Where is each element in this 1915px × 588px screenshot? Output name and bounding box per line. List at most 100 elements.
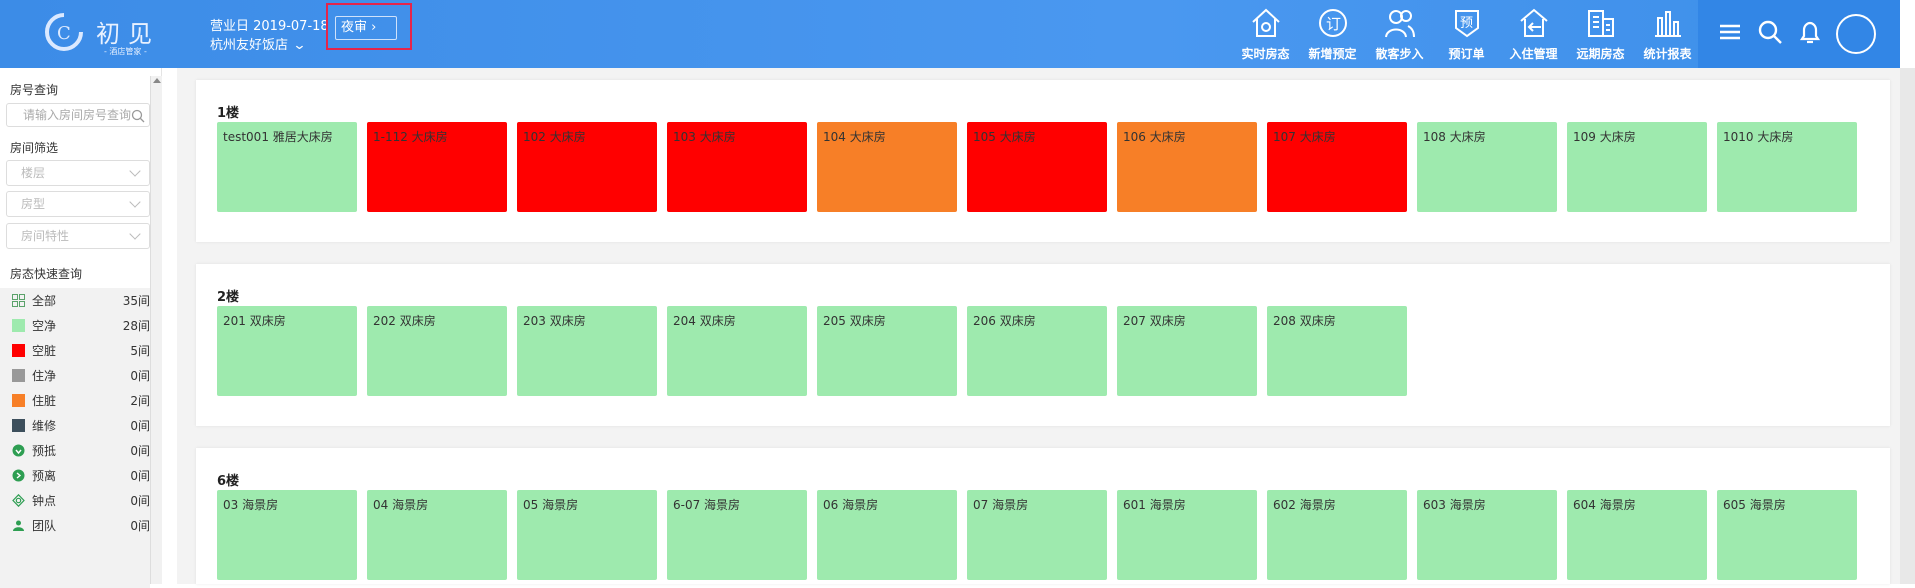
room-card[interactable]: 202 双床房: [367, 306, 507, 396]
room-name: 103 大床房: [673, 130, 736, 144]
quick-filter-occupied-dirty[interactable]: 住脏 2间: [0, 388, 150, 412]
chevron-down-icon: [129, 196, 141, 208]
nav-checkin-management[interactable]: 入住管理: [1500, 0, 1567, 68]
room-card[interactable]: 605 海景房: [1717, 490, 1857, 580]
nav-realtime-status[interactable]: 实时房态: [1232, 0, 1299, 68]
svg-text:订: 订: [1326, 15, 1341, 33]
room-card[interactable]: 602 海景房: [1267, 490, 1407, 580]
room-card[interactable]: 208 双床房: [1267, 306, 1407, 396]
night-audit-label: 夜审: [341, 20, 368, 35]
nav-label: 远期房态: [1576, 47, 1625, 61]
night-audit-button[interactable]: 夜审 ›: [335, 16, 397, 40]
quick-filter-team[interactable]: 团队 0间: [0, 513, 150, 537]
room-name: 04 海景房: [373, 498, 429, 512]
bell-icon[interactable]: [1796, 18, 1824, 46]
business-date: 营业日 2019-07-18: [210, 19, 329, 34]
quick-filter-dirty[interactable]: 空脏 5间: [0, 338, 150, 362]
room-card[interactable]: 6-07 海景房: [667, 490, 807, 580]
room-name: 206 双床房: [973, 314, 1036, 328]
main-scrollbar[interactable]: [1900, 68, 1915, 584]
room-card[interactable]: 105 大床房: [967, 122, 1107, 212]
house-icon: [1251, 8, 1280, 37]
room-name: 207 双床房: [1123, 314, 1186, 328]
nav-label: 实时房态: [1241, 47, 1290, 61]
floor-select[interactable]: 楼层: [6, 160, 150, 186]
quick-filter-hourly[interactable]: 钟点 0间: [0, 488, 150, 512]
quick-count: 0间: [130, 444, 150, 458]
room-card[interactable]: 109 大床房: [1567, 122, 1707, 212]
logo[interactable]: C 初见 - 酒店管家 -: [44, 10, 164, 58]
nav-new-booking[interactable]: 订 新增预定: [1299, 0, 1366, 68]
quick-filter-all[interactable]: 全部 35间: [0, 288, 150, 312]
sidebar: 房号查询 请输入房间房号查询 房间筛选 楼层 房型 房间特性 房态快速查询 全部…: [0, 68, 162, 588]
room-card[interactable]: 603 海景房: [1417, 490, 1557, 580]
room-card[interactable]: 206 双床房: [967, 306, 1107, 396]
room-name: 106 大床房: [1123, 130, 1186, 144]
occupied-clean-swatch: [12, 369, 25, 382]
room-card[interactable]: 05 海景房: [517, 490, 657, 580]
room-feature-select[interactable]: 房间特性: [6, 223, 150, 249]
floor-panel: 6楼 03 海景房 04 海景房 05 海景房 6-07 海景房 06 海景房 07 海景…: [196, 448, 1890, 584]
room-card[interactable]: 201 双床房: [217, 306, 357, 396]
room-card[interactable]: 06 海景房: [817, 490, 957, 580]
nav-orders[interactable]: 预 预订单: [1433, 0, 1500, 68]
room-card[interactable]: 1-112 大床房: [367, 122, 507, 212]
room-card[interactable]: 205 双床房: [817, 306, 957, 396]
quick-label: 空脏: [32, 344, 57, 358]
hotel-selector[interactable]: 杭州友好饭店 ⌄: [210, 34, 307, 53]
room-card[interactable]: 103 大床房: [667, 122, 807, 212]
quick-label: 全部: [32, 294, 57, 308]
chevron-right-icon: ›: [371, 20, 377, 35]
room-name: 203 双床房: [523, 314, 586, 328]
room-card[interactable]: 106 大床房: [1117, 122, 1257, 212]
sidebar-scrollbar[interactable]: [150, 76, 162, 584]
floor-panel: 1楼 test001 雅居大床房 1-112 大床房 102 大床房 103 大床房 1…: [196, 80, 1890, 242]
team-icon: [13, 520, 24, 531]
quick-label: 钟点: [32, 494, 57, 508]
room-name: 102 大床房: [523, 130, 586, 144]
room-card[interactable]: 1010 大床房: [1717, 122, 1857, 212]
nav-future-status[interactable]: 远期房态: [1567, 0, 1634, 68]
room-card[interactable]: 07 海景房: [967, 490, 1107, 580]
nav-label: 散客步入: [1375, 47, 1424, 61]
repair-swatch: [12, 419, 25, 432]
room-card[interactable]: 107 大床房: [1267, 122, 1407, 212]
room-card[interactable]: 604 海景房: [1567, 490, 1707, 580]
hourly-icon: [12, 494, 25, 507]
search-icon[interactable]: [1756, 18, 1784, 46]
avatar[interactable]: [1836, 14, 1876, 54]
room-card[interactable]: 04 海景房: [367, 490, 507, 580]
nav-statistics[interactable]: 统计报表: [1634, 0, 1701, 68]
quick-filter-occupied-clean[interactable]: 住净 0间: [0, 363, 150, 387]
room-card[interactable]: 108 大床房: [1417, 122, 1557, 212]
room-card[interactable]: 601 海景房: [1117, 490, 1257, 580]
room-name: 109 大床房: [1573, 130, 1636, 144]
room-name: 03 海景房: [223, 498, 279, 512]
room-card[interactable]: 203 双床房: [517, 306, 657, 396]
room-card[interactable]: 207 双床房: [1117, 306, 1257, 396]
room-name: 603 海景房: [1423, 498, 1486, 512]
quick-filter-arrival[interactable]: 预抵 0间: [0, 438, 150, 462]
room-card[interactable]: 104 大床房: [817, 122, 957, 212]
room-card[interactable]: test001 雅居大床房: [217, 122, 357, 212]
room-card[interactable]: 102 大床房: [517, 122, 657, 212]
quick-filter-clean[interactable]: 空净 28间: [0, 313, 150, 337]
room-card[interactable]: 03 海景房: [217, 490, 357, 580]
chart-icon: [1654, 11, 1681, 37]
menu-icon[interactable]: [1716, 18, 1744, 46]
svg-text:预: 预: [1460, 16, 1473, 31]
quick-label: 空净: [32, 319, 57, 333]
room-name: 108 大床房: [1423, 130, 1486, 144]
room-search-input[interactable]: 请输入房间房号查询: [6, 103, 150, 127]
calendar-icon: [1587, 10, 1614, 37]
quick-filter-repair[interactable]: 维修 0间: [0, 413, 150, 437]
nav-walk-in[interactable]: 散客步入: [1366, 0, 1433, 68]
quick-filter-departure[interactable]: 预离 0间: [0, 463, 150, 487]
guests-icon: [1384, 10, 1415, 38]
svg-text:C: C: [57, 23, 71, 44]
hotel-name: 杭州友好饭店: [210, 38, 289, 53]
room-card[interactable]: 204 双床房: [667, 306, 807, 396]
room-name: 05 海景房: [523, 498, 579, 512]
room-type-select[interactable]: 房型: [6, 191, 150, 217]
scroll-up-icon[interactable]: [153, 78, 161, 83]
